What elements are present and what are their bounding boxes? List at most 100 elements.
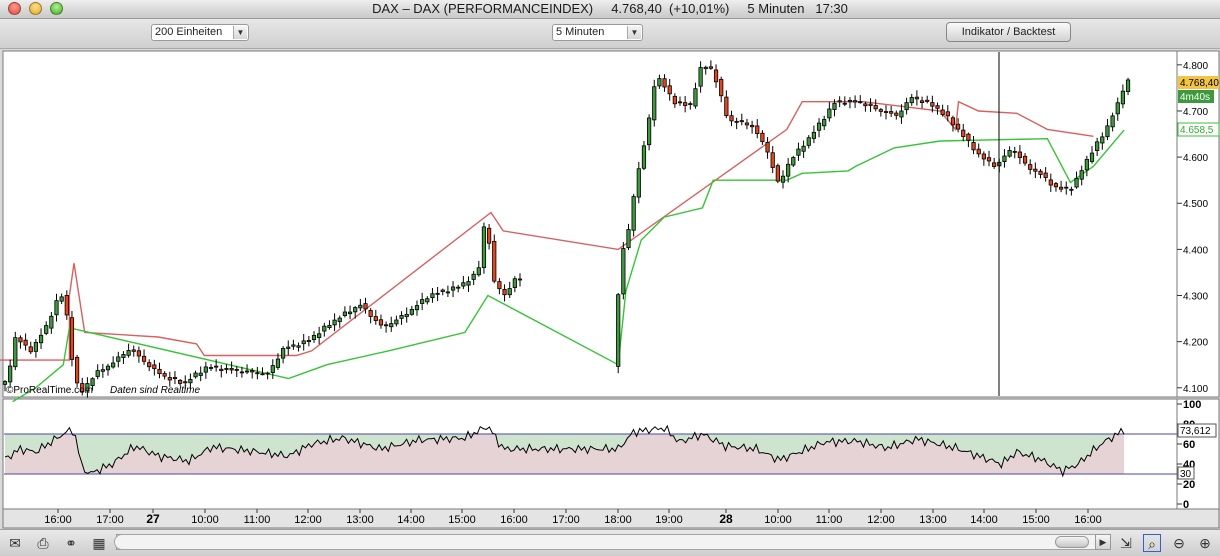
zoom-fit-icon[interactable]: ⇲ [1117, 534, 1135, 552]
candle-up [244, 370, 250, 373]
horizontal-scrollbar[interactable] [114, 534, 1110, 550]
candle-up [183, 381, 188, 384]
candle-up [1007, 150, 1012, 157]
candle-down [368, 310, 373, 317]
candle-up [291, 344, 296, 347]
scroll-right-button[interactable]: ▶ [1095, 534, 1111, 550]
indicator-backtest-button[interactable]: Indikator / Backtest [946, 22, 1071, 42]
last-price-label: 4.768,40 [1180, 78, 1219, 89]
candle-up [404, 313, 409, 318]
print-icon[interactable]: ⎙ [34, 534, 52, 552]
candle-up [347, 311, 353, 315]
scrollbar-thumb[interactable] [1055, 536, 1089, 548]
candle-down [208, 367, 214, 369]
candle-up [847, 99, 853, 103]
candle-up [332, 319, 337, 326]
candle-down [1022, 155, 1028, 164]
candle-up [342, 311, 348, 316]
oscillator-tick-label: 0 [1183, 499, 1189, 511]
zoom-out-icon[interactable]: ⊖ [1170, 534, 1188, 552]
candle-up [38, 334, 44, 344]
candle-up [626, 229, 631, 249]
candle-up [317, 333, 322, 339]
oscillator-tick-label: 60 [1183, 439, 1195, 451]
candle-up [816, 122, 822, 131]
candle-up [327, 324, 332, 328]
candle-up [832, 102, 837, 110]
candle-up [95, 370, 100, 377]
time-tick-label: 28 [719, 512, 733, 526]
zoom-select-icon[interactable]: ⌕ [1143, 534, 1161, 552]
units-select-value: 200 Einheiten [155, 26, 223, 38]
price-tick-label: 4.100 [1183, 384, 1208, 395]
candle-down [177, 379, 183, 384]
candle-down [373, 316, 378, 321]
candle-down [141, 355, 147, 362]
candle-down [992, 162, 997, 167]
units-select[interactable]: 200 Einheiten ▼ [151, 24, 249, 41]
candle-up [1095, 141, 1100, 151]
candle-up [641, 145, 647, 169]
candle-down [486, 227, 492, 244]
zoom-in-icon[interactable]: ⊕ [1196, 534, 1214, 552]
mail-icon[interactable]: ✉ [6, 534, 24, 552]
candle-down [517, 278, 523, 281]
candle-down [502, 289, 507, 296]
candle-up [1064, 186, 1069, 189]
candle-down [75, 356, 80, 384]
candle-up [647, 117, 652, 146]
status-bar: ✉ ⎙ ⚭ ▦ ◀ ▶ ⇲ ⌕ ⊖ ⊕ [0, 529, 1220, 556]
candle-up [414, 305, 420, 311]
candle-down [945, 111, 950, 117]
candle-down [755, 125, 760, 134]
candle-up [54, 300, 59, 316]
price-tick-label: 4.600 [1183, 153, 1208, 164]
candle-down [889, 111, 894, 114]
candle-up [275, 358, 281, 368]
candle-down [255, 372, 260, 375]
oscillator-tick-label: 100 [1183, 399, 1201, 411]
window-title: DAX – DAX (PERFORMANCEINDEX) 4.768,40 (+… [372, 1, 848, 16]
candle-up [806, 137, 811, 146]
candle-down [914, 96, 920, 100]
candle-up [693, 88, 698, 107]
candle-down [878, 109, 883, 112]
candle-up [121, 354, 126, 358]
table-icon[interactable]: ▦ [90, 534, 108, 552]
time-tick-label: 27 [146, 512, 160, 526]
candle-up [512, 278, 517, 288]
candle-down [863, 103, 868, 107]
candle-down [239, 371, 244, 374]
interval-select[interactable]: 5 Minuten ▼ [552, 24, 643, 41]
link-icon[interactable]: ⚭ [62, 534, 80, 552]
candle-up [2, 381, 8, 385]
candle-up [425, 298, 430, 303]
countdown-label: 4m40s [1180, 92, 1210, 103]
time-tick-label: 16:00 [500, 514, 528, 526]
candle-up [188, 378, 193, 384]
candle-down [729, 115, 734, 122]
time-tick-label: 15:00 [448, 514, 476, 526]
candle-up [1100, 136, 1105, 144]
candle-down [265, 372, 270, 375]
chart-canvas[interactable]: 4.800 4.700 4.600 4.500 4.400 4.300 4.200 4.100… [0, 49, 1220, 529]
candle-up [100, 369, 105, 372]
candle-up [1115, 102, 1120, 115]
candle-up [270, 365, 275, 373]
candle-up [105, 365, 111, 371]
candle-up [476, 267, 481, 276]
candle-up [59, 296, 64, 302]
candle-down [363, 303, 368, 310]
candle-up [1105, 125, 1110, 138]
candle-up [1110, 115, 1115, 128]
candle-down [136, 350, 141, 357]
price-tick-label: 4.300 [1183, 292, 1208, 303]
candle-down [147, 362, 152, 368]
candle-up [688, 103, 693, 106]
candle-down [873, 105, 878, 110]
candle-down [925, 99, 930, 102]
candle-up [450, 286, 456, 291]
candle-up [1120, 90, 1125, 105]
candle-up [786, 163, 791, 177]
candle-up [1074, 177, 1079, 188]
